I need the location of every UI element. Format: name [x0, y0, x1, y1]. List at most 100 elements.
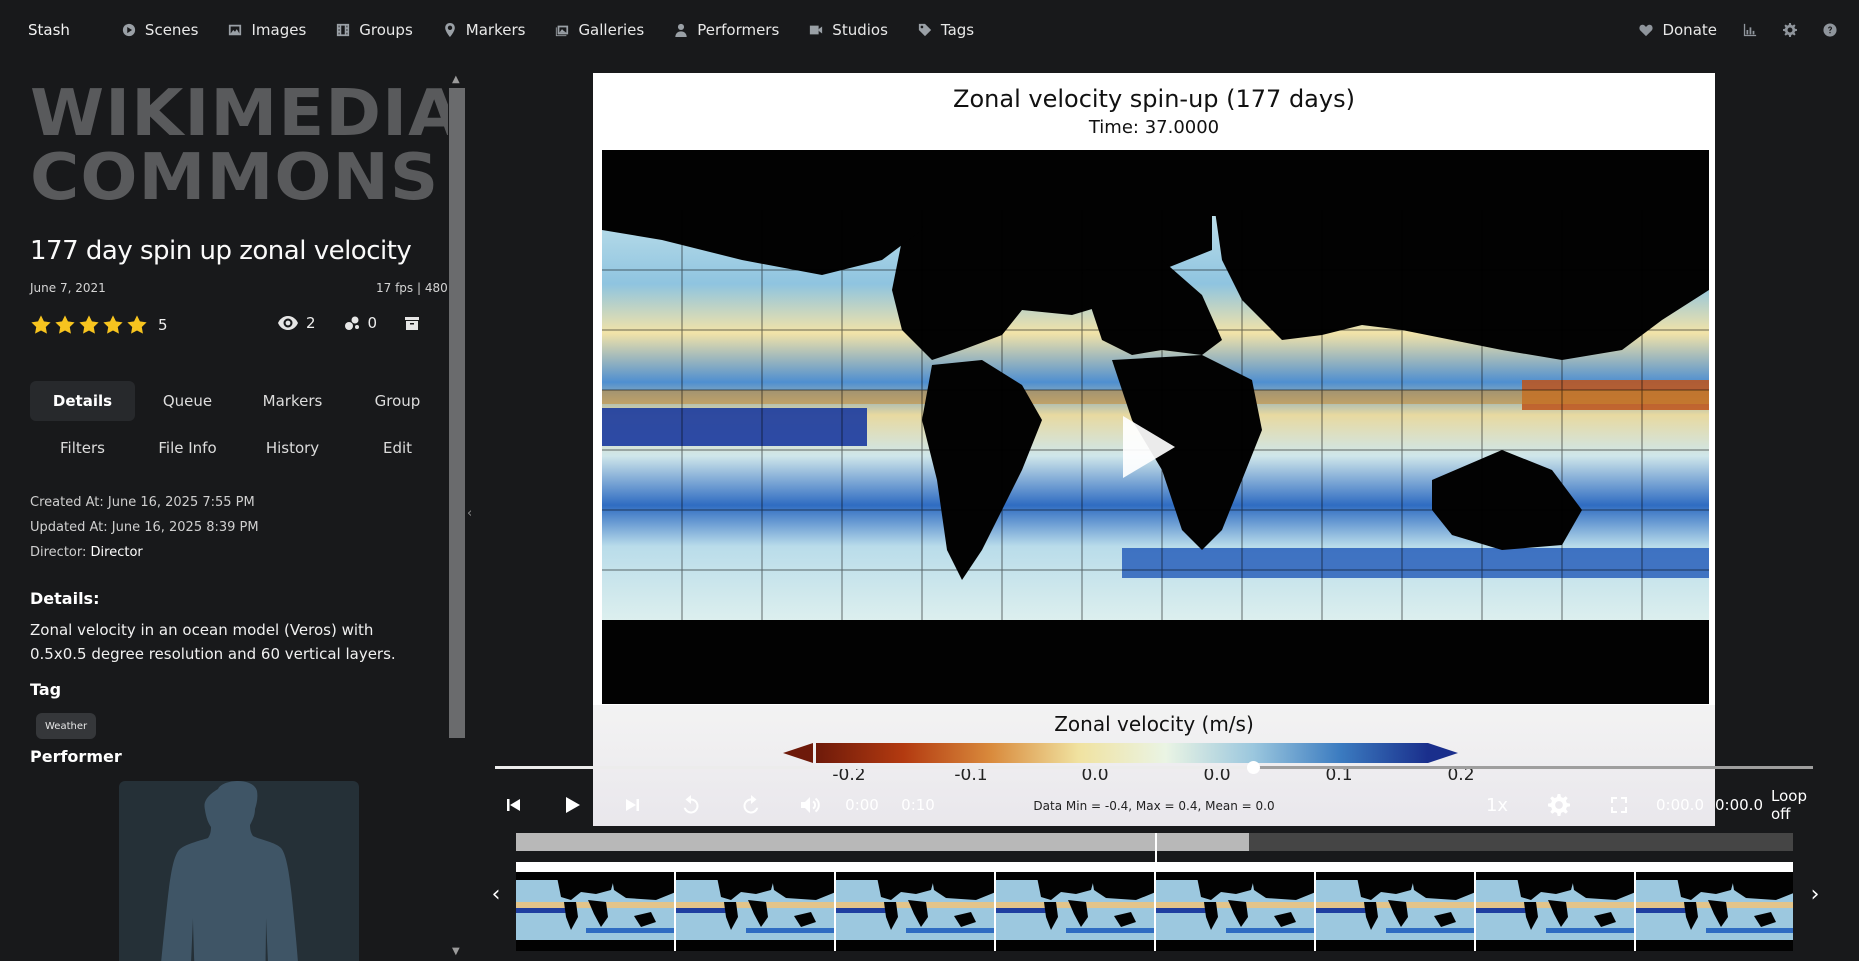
performer-silhouette-icon [161, 781, 298, 961]
nav-item-label: Groups [359, 21, 413, 39]
fullscreen-button[interactable] [1605, 785, 1633, 825]
donate-button[interactable]: Donate [1639, 21, 1717, 39]
rotate-cw-icon [743, 795, 759, 814]
splash-icon[interactable] [344, 315, 360, 331]
star-icon[interactable] [126, 314, 148, 336]
nav-item-galleries[interactable]: Galleries [555, 21, 644, 39]
settings-button[interactable] [1545, 785, 1573, 825]
nav-brand[interactable]: Stash [28, 21, 70, 39]
tab-markers[interactable]: Markers [240, 381, 345, 421]
star-icon[interactable] [102, 314, 124, 336]
scrubber-thumbnail[interactable] [516, 862, 676, 951]
tag-icon [918, 23, 932, 37]
video-progress-bar[interactable] [495, 761, 1813, 774]
volume-button[interactable] [797, 785, 825, 825]
nav-item-label: Performers [697, 21, 780, 39]
skip-next-button[interactable] [619, 785, 647, 825]
tab-edit[interactable]: Edit [345, 428, 448, 468]
colorbar [816, 743, 1428, 763]
scroll-down-arrow-icon[interactable]: ▼ [452, 946, 460, 957]
nav-item-performers[interactable]: Performers [674, 21, 779, 39]
forward-button[interactable] [737, 785, 765, 825]
eye-icon[interactable] [278, 316, 298, 330]
scroll-up-arrow-icon[interactable]: ▲ [452, 74, 460, 85]
panel-scrollbar[interactable]: ▲ ▼ [449, 70, 465, 961]
nav-item-label: Tags [940, 21, 975, 39]
ab-loop-end[interactable]: 0:00.0 [1713, 785, 1765, 825]
nav-item-images[interactable]: Images [228, 21, 306, 39]
updated-at-row: Updated At: June 16, 2025 8:39 PM [30, 515, 259, 540]
rating-stars[interactable]: 5 [30, 314, 168, 336]
more-vertical-icon[interactable] [447, 315, 448, 331]
skip-back-icon [507, 799, 520, 811]
scrubber-next-button[interactable]: › [1805, 880, 1825, 908]
tab-queue[interactable]: Queue [135, 381, 240, 421]
scrubber-thumbnail[interactable] [1156, 862, 1316, 951]
help-button[interactable] [1823, 23, 1837, 37]
nav-item-label: Images [251, 21, 307, 39]
scene-metadata: Created At: June 16, 2025 7:55 PM Update… [30, 490, 259, 565]
tag-chip-weather[interactable]: Weather [36, 713, 97, 739]
play-button[interactable] [559, 785, 587, 825]
playback-speed-button[interactable]: 1x [1483, 785, 1511, 825]
donate-label: Donate [1662, 21, 1717, 39]
colorbar-title: Zonal velocity (m/s) [1054, 712, 1254, 736]
tab-filters[interactable]: Filters [30, 428, 135, 468]
settings-button[interactable] [1783, 23, 1797, 37]
duration: 0:10 [901, 796, 935, 814]
scene-title: 177 day spin up zonal velocity [30, 236, 412, 266]
video-frame[interactable]: Zonal velocity spin-up (177 days) Time: … [593, 73, 1715, 826]
scrubber-previous-button[interactable]: ‹ [486, 880, 506, 908]
progress-fill [495, 766, 1253, 769]
scrubber-thumbnail[interactable] [1316, 862, 1476, 951]
scrubber-position-line[interactable] [1155, 833, 1157, 863]
details-heading: Details: [30, 589, 100, 608]
scene-details-panel: WIKIMEDIA COMMONS 177 day spin up zonal … [0, 70, 448, 961]
heart-icon [1639, 24, 1654, 37]
stats-button[interactable] [1743, 23, 1757, 37]
scrubber-thumbnail[interactable] [1636, 862, 1793, 951]
scrubber-thumbnails[interactable] [516, 862, 1793, 951]
details-text: Zonal velocity in an ocean model (Veros)… [30, 621, 396, 663]
progress-knob[interactable] [1246, 761, 1260, 774]
current-time: 0:00 [845, 796, 879, 814]
performer-card[interactable] [119, 781, 359, 961]
big-play-icon[interactable] [1119, 412, 1179, 482]
tab-group[interactable]: Group [345, 381, 448, 421]
loop-toggle[interactable]: Loop off [1771, 785, 1829, 825]
scrubber-thumbnail[interactable] [996, 862, 1156, 951]
nav-item-groups[interactable]: Groups [336, 21, 413, 39]
skip-forward-icon [626, 799, 639, 811]
tab-details[interactable]: Details [30, 381, 135, 421]
star-icon[interactable] [30, 314, 52, 336]
tab-file-info[interactable]: File Info [135, 428, 240, 468]
ab-loop-start[interactable]: 0:00.0 [1654, 785, 1706, 825]
nav-item-tags[interactable]: Tags [918, 21, 974, 39]
scrubber-thumbnail[interactable] [1476, 862, 1636, 951]
created-at-label: Created At: [30, 495, 104, 510]
scrubber-thumbnail[interactable] [676, 862, 836, 951]
box-icon[interactable] [405, 316, 420, 330]
scrubber-thumbnail[interactable] [836, 862, 996, 951]
view-count: 2 [306, 314, 316, 332]
rotate-ccw-icon [683, 795, 699, 814]
nav-item-studios[interactable]: Studios [809, 21, 888, 39]
chart-icon [1743, 23, 1757, 37]
rewind-button[interactable] [677, 785, 705, 825]
star-icon[interactable] [54, 314, 76, 336]
tab-history[interactable]: History [240, 428, 345, 468]
nav-item-markers[interactable]: Markers [443, 21, 526, 39]
skip-previous-button[interactable] [499, 785, 527, 825]
logo-line2: COMMONS [30, 141, 440, 215]
video-frame-title: Zonal velocity spin-up (177 days) [953, 85, 1355, 113]
nav-item-label: Galleries [578, 21, 645, 39]
colorbar-right-arrow [1428, 743, 1458, 763]
studio-logo[interactable]: WIKIMEDIA COMMONS [30, 82, 448, 210]
nav-item-label: Markers [465, 21, 526, 39]
map-marker-icon [444, 23, 455, 37]
star-icon[interactable] [78, 314, 100, 336]
scrollbar-thumb[interactable] [449, 88, 465, 738]
collapse-panel-chevron-icon[interactable]: ‹ [467, 506, 472, 521]
player-controls: 0:00 0:10 1x 0:00.0 0:00.0 Loop off [495, 785, 1835, 825]
nav-item-scenes[interactable]: Scenes [122, 21, 198, 39]
